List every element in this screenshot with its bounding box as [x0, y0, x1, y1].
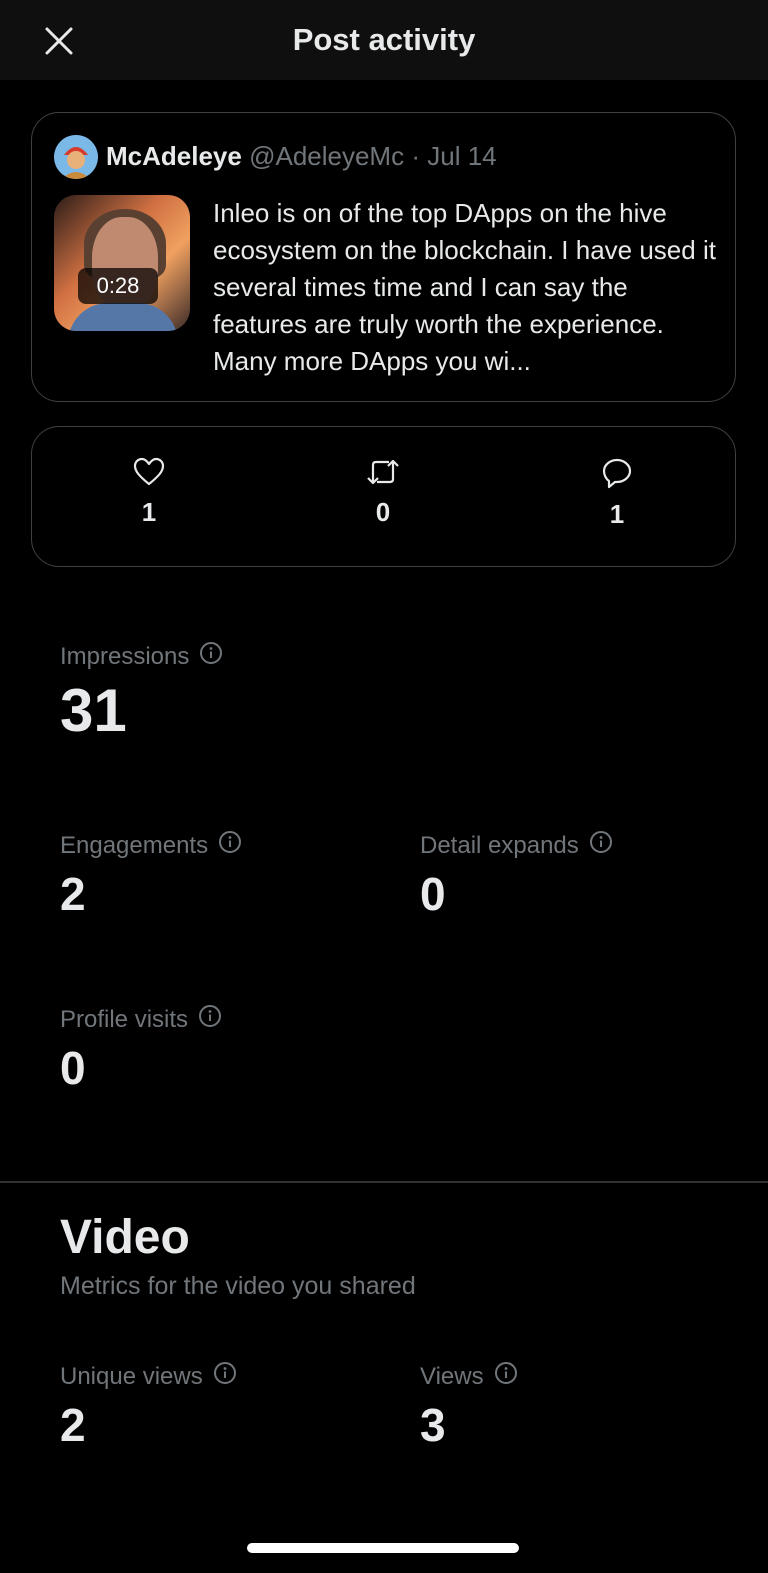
separator-dot: · — [411, 141, 420, 171]
impressions-label: Impressions — [60, 642, 190, 670]
thumbnail-shirt — [68, 303, 178, 331]
detail-expands-metric: Detail expands 0 — [420, 830, 613, 921]
views-metric: Views 3 — [420, 1361, 518, 1452]
info-icon[interactable] — [198, 1004, 222, 1035]
info-icon[interactable] — [494, 1361, 518, 1392]
info-icon[interactable] — [213, 1361, 237, 1392]
info-icon[interactable] — [199, 641, 223, 672]
top-bar: Post activity — [0, 0, 768, 80]
views-value: 3 — [420, 1399, 446, 1451]
post-date: Jul 14 — [427, 141, 497, 171]
avatar-image — [54, 135, 98, 179]
profile-visits-metric: Profile visits 0 — [60, 1004, 222, 1095]
video-duration: 0:28 — [78, 268, 158, 304]
replies-stat: 1 — [577, 457, 657, 530]
engagements-value: 2 — [60, 868, 86, 920]
likes-stat: 1 — [109, 457, 189, 528]
replies-count: 1 — [609, 499, 625, 529]
post-text: Inleo is on of the top DApps on the hive… — [213, 198, 716, 376]
video-section-title: Video — [60, 1211, 190, 1264]
section-divider — [0, 1181, 768, 1183]
author-handle[interactable]: @AdeleyeMc — [249, 141, 404, 171]
heart-icon — [133, 457, 165, 486]
info-icon[interactable] — [218, 830, 242, 861]
home-indicator[interactable] — [247, 1543, 519, 1553]
reposts-stat: 0 — [343, 457, 423, 528]
engagements-metric: Engagements 2 — [60, 830, 242, 921]
post-preview-card[interactable]: McAdeleye @AdeleyeMc · Jul 14 0:28 Inleo… — [31, 112, 736, 402]
detail-expands-value: 0 — [420, 868, 446, 920]
unique-views-metric: Unique views 2 — [60, 1361, 237, 1452]
repost-icon — [367, 459, 399, 485]
post-header: McAdeleye @AdeleyeMc · Jul 14 — [106, 141, 497, 172]
profile-visits-value: 0 — [60, 1042, 86, 1094]
reposts-count: 0 — [375, 497, 391, 527]
avatar[interactable] — [54, 135, 98, 179]
video-thumbnail[interactable]: 0:28 — [54, 195, 190, 331]
engagement-stats-card: 1 0 1 — [31, 426, 736, 567]
reply-icon — [602, 458, 632, 489]
detail-expands-label: Detail expands — [420, 831, 579, 859]
video-section-subtitle: Metrics for the video you shared — [60, 1272, 416, 1300]
info-icon[interactable] — [589, 830, 613, 861]
impressions-metric: Impressions 31 — [60, 641, 223, 745]
unique-views-value: 2 — [60, 1399, 86, 1451]
likes-count: 1 — [141, 497, 157, 527]
views-label: Views — [420, 1362, 484, 1390]
author-name[interactable]: McAdeleye — [106, 141, 242, 171]
page-title: Post activity — [292, 22, 476, 57]
unique-views-label: Unique views — [60, 1362, 203, 1390]
engagements-label: Engagements — [60, 831, 209, 859]
impressions-value: 31 — [60, 677, 127, 744]
profile-visits-label: Profile visits — [60, 1005, 189, 1033]
